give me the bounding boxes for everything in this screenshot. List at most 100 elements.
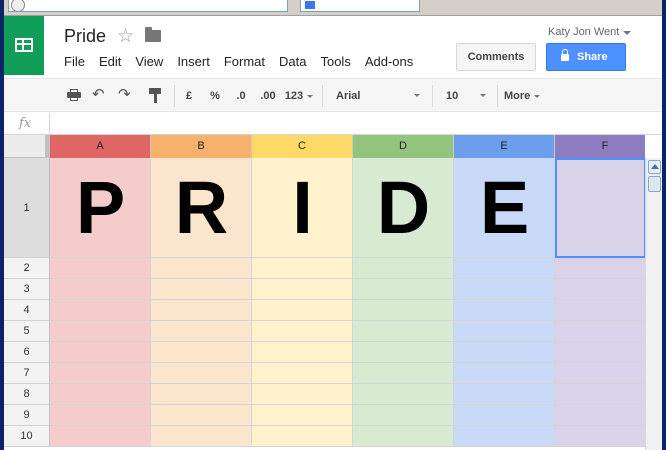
column-header-a[interactable]: A (50, 135, 151, 158)
cell-c6[interactable] (252, 342, 353, 363)
cell-d7[interactable] (353, 363, 454, 384)
column-header-b[interactable]: B (151, 135, 252, 158)
cell-d2[interactable] (353, 258, 454, 279)
spreadsheet-grid[interactable]: A B C D E F 1 P R I D E 2 3 4 5 6 7 8 9 10 (4, 135, 645, 450)
cell-d3[interactable] (353, 279, 454, 300)
cell-e4[interactable] (454, 300, 555, 321)
cell-c7[interactable] (252, 363, 353, 384)
cell-d9[interactable] (353, 405, 454, 426)
cell-f7[interactable] (555, 363, 645, 384)
cell-b1[interactable]: R (151, 158, 252, 258)
cell-b6[interactable] (151, 342, 252, 363)
cell-f2[interactable] (555, 258, 645, 279)
cell-d5[interactable] (353, 321, 454, 342)
cell-f5[interactable] (555, 321, 645, 342)
cell-e10[interactable] (454, 426, 555, 447)
row-header-8[interactable]: 8 (4, 384, 50, 405)
cell-d4[interactable] (353, 300, 454, 321)
row-header-1[interactable]: 1 (4, 158, 50, 258)
cell-c1[interactable]: I (252, 158, 353, 258)
number-format-dropdown[interactable]: 123 (284, 87, 314, 105)
cell-a10[interactable] (50, 426, 151, 447)
menu-view[interactable]: View (135, 54, 163, 70)
cell-c10[interactable] (252, 426, 353, 447)
row-header-7[interactable]: 7 (4, 363, 50, 384)
column-header-d[interactable]: D (353, 135, 454, 158)
row-header-10[interactable]: 10 (4, 426, 50, 447)
decrease-decimals-button[interactable]: .0 (230, 87, 252, 105)
chevron-down-icon[interactable] (623, 31, 631, 35)
cell-a9[interactable] (50, 405, 151, 426)
cell-a1[interactable]: P (50, 158, 151, 258)
cell-e5[interactable] (454, 321, 555, 342)
cell-a8[interactable] (50, 384, 151, 405)
cell-b8[interactable] (151, 384, 252, 405)
row-header-2[interactable]: 2 (4, 258, 50, 279)
font-size-select[interactable]: 10 (440, 85, 492, 107)
folder-icon[interactable] (145, 27, 161, 42)
cell-c4[interactable] (252, 300, 353, 321)
scroll-up-arrow-icon[interactable] (648, 160, 661, 174)
cell-e8[interactable] (454, 384, 555, 405)
cell-d1[interactable]: D (353, 158, 454, 258)
column-header-c[interactable]: C (252, 135, 353, 158)
sheets-logo-icon[interactable] (4, 16, 44, 75)
vertical-scrollbar[interactable] (645, 158, 662, 450)
cell-a7[interactable] (50, 363, 151, 384)
cell-b7[interactable] (151, 363, 252, 384)
font-family-select[interactable]: Arial (330, 85, 426, 107)
cell-c9[interactable] (252, 405, 353, 426)
cell-d8[interactable] (353, 384, 454, 405)
cell-a2[interactable] (50, 258, 151, 279)
paint-format-icon[interactable] (149, 88, 161, 104)
row-header-6[interactable]: 6 (4, 342, 50, 363)
cell-e9[interactable] (454, 405, 555, 426)
cell-b2[interactable] (151, 258, 252, 279)
cell-a6[interactable] (50, 342, 151, 363)
formula-bar[interactable]: fx (4, 113, 662, 135)
cell-c2[interactable] (252, 258, 353, 279)
cell-a5[interactable] (50, 321, 151, 342)
percent-format-button[interactable]: % (206, 87, 224, 105)
cell-f9[interactable] (555, 405, 645, 426)
cell-a3[interactable] (50, 279, 151, 300)
cell-b3[interactable] (151, 279, 252, 300)
cell-e3[interactable] (454, 279, 555, 300)
print-icon[interactable] (67, 89, 81, 101)
star-icon[interactable]: ☆ (117, 25, 134, 48)
cell-f4[interactable] (555, 300, 645, 321)
undo-icon[interactable]: ↶ (92, 87, 105, 102)
share-button[interactable]: Share (546, 43, 626, 71)
cell-f10[interactable] (555, 426, 645, 447)
row-header-4[interactable]: 4 (4, 300, 50, 321)
column-header-f[interactable]: F (555, 135, 645, 158)
menu-tools[interactable]: Tools (320, 54, 350, 70)
address-bar[interactable] (8, 0, 288, 12)
cell-c5[interactable] (252, 321, 353, 342)
menu-edit[interactable]: Edit (99, 54, 121, 70)
back-icon[interactable] (11, 0, 25, 11)
menu-format[interactable]: Format (224, 54, 265, 70)
cell-e2[interactable] (454, 258, 555, 279)
cell-e7[interactable] (454, 363, 555, 384)
row-header-9[interactable]: 9 (4, 405, 50, 426)
cell-d6[interactable] (353, 342, 454, 363)
comments-button[interactable]: Comments (456, 43, 536, 71)
cell-e6[interactable] (454, 342, 555, 363)
cell-b10[interactable] (151, 426, 252, 447)
more-menu-button[interactable]: More (504, 85, 554, 107)
menu-add-ons[interactable]: Add-ons (365, 54, 413, 70)
cell-f8[interactable] (555, 384, 645, 405)
menu-file[interactable]: File (64, 54, 85, 70)
cell-c3[interactable] (252, 279, 353, 300)
cell-e1[interactable]: E (454, 158, 555, 258)
cell-f3[interactable] (555, 279, 645, 300)
currency-format-button[interactable]: £ (180, 87, 198, 105)
browser-search-box[interactable] (300, 0, 420, 12)
column-header-e[interactable]: E (454, 135, 555, 158)
cell-b4[interactable] (151, 300, 252, 321)
cell-b5[interactable] (151, 321, 252, 342)
scroll-thumb[interactable] (648, 176, 661, 192)
cell-f6[interactable] (555, 342, 645, 363)
document-title[interactable]: Pride (64, 26, 106, 47)
